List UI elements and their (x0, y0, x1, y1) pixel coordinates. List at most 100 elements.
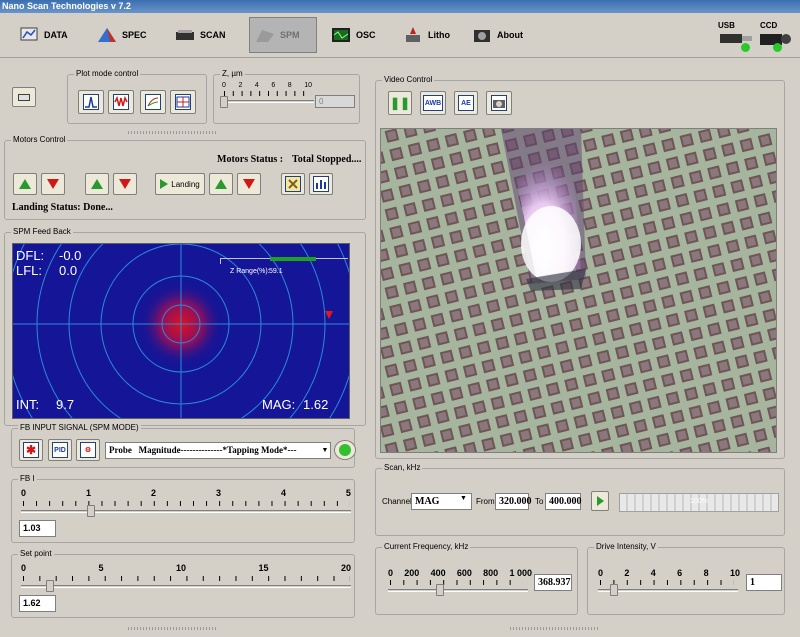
fbi-ticks (23, 501, 350, 506)
fbi-value-field[interactable]: 1.03 (19, 520, 56, 537)
video-pause-button[interactable]: ❚❚ (388, 91, 412, 115)
motor-tool-button[interactable] (281, 173, 305, 195)
setpoint-ticks (23, 576, 350, 581)
snapshot-button[interactable] (486, 91, 512, 115)
z-ticks (224, 91, 312, 96)
setpoint-slider-thumb[interactable] (46, 580, 55, 592)
z-slider-track[interactable] (222, 100, 314, 103)
setpoint-title: Set point (18, 549, 54, 558)
from-field[interactable]: 320.000 (495, 493, 532, 510)
scan-progress-text: 100% (690, 498, 708, 505)
channel-chevron-down-icon[interactable]: ▼ (460, 495, 467, 502)
fine-down-button[interactable] (237, 173, 261, 195)
frequency-slider-track[interactable] (388, 589, 528, 592)
window-title: Nano Scan Technologies v 7.2 (0, 0, 800, 13)
pause-icon: ❚❚ (389, 95, 411, 111)
drive-slider-thumb[interactable] (610, 584, 619, 596)
data-icon (20, 27, 38, 41)
awb-button[interactable]: AWB (420, 91, 446, 115)
tab-osc-label: OSC (356, 30, 376, 40)
arrow-down-icon (47, 179, 59, 189)
drive-slider-track[interactable] (598, 589, 738, 592)
tab-scan[interactable]: SCAN (170, 17, 230, 53)
motor-down-button[interactable] (41, 173, 65, 195)
camera-view (380, 128, 777, 453)
feedback-title: SPM Feed Back (11, 227, 73, 236)
frequency-ticks (390, 580, 523, 585)
fb-reset-button[interactable]: ✱ (19, 439, 43, 461)
splitter-bottom[interactable] (128, 627, 218, 630)
lfl-label: LFL: (16, 263, 43, 278)
tab-litho[interactable]: Litho (398, 17, 454, 53)
frequency-slider-thumb[interactable] (436, 584, 445, 596)
zrange-value: 59.1 (269, 268, 283, 275)
usb-label: USB (718, 21, 735, 30)
lfl-value: 0.0 (59, 263, 78, 278)
ae-button[interactable]: AE (454, 91, 478, 115)
frequency-title: Current Frequency, kHz (382, 542, 471, 551)
pid-button[interactable]: PID (48, 439, 72, 461)
plot-spectrum-button[interactable] (140, 90, 166, 114)
dfl-value: -0.0 (59, 248, 82, 263)
drive-title: Drive Intensity, V (594, 542, 658, 551)
snapshot-icon (493, 100, 505, 108)
splitter-right[interactable] (510, 627, 600, 630)
config-icon: ⚙ (80, 442, 96, 458)
fine-up-icon (215, 179, 227, 189)
tab-spec[interactable]: SPEC (92, 17, 151, 53)
about-icon (474, 30, 490, 42)
tab-data[interactable]: DATA (14, 17, 72, 53)
signal-select[interactable]: Probe Magnitude--------------*Tapping Mo… (105, 442, 331, 459)
drive-ticks (600, 580, 734, 585)
frequency-value-field[interactable]: 368.937 (534, 574, 572, 591)
z-value-field[interactable]: 0 (315, 95, 355, 108)
tab-osc[interactable]: OSC (326, 17, 380, 53)
fb-input-group: FB INPUT SIGNAL (SPM MODE) ✱ PID ⚙ Probe… (11, 423, 356, 468)
osc-icon (332, 28, 350, 42)
main-toolbar: DATA SPEC SCAN SPM OSC Litho About USB C… (0, 13, 800, 58)
fb-input-title: FB INPUT SIGNAL (SPM MODE) (18, 423, 141, 432)
grid-icon (176, 96, 190, 108)
feedback-monitor: DFL: -0.0 LFL: 0.0 INT: 9.7 MAG: 1.62 Z … (12, 243, 350, 419)
fine-down-icon (243, 179, 255, 189)
motor-step-down-button[interactable] (113, 173, 137, 195)
panel-toggle-button[interactable] (12, 87, 36, 107)
tab-spm[interactable]: SPM (249, 17, 317, 53)
drive-value-field[interactable]: 1 (746, 574, 782, 591)
position-marker-icon (325, 311, 333, 319)
motor-up-button[interactable] (13, 173, 37, 195)
fine-up-button[interactable] (209, 173, 233, 195)
splitter-top[interactable] (128, 131, 218, 134)
camera-image (381, 129, 776, 452)
fb-config-button[interactable]: ⚙ (76, 439, 100, 461)
z-slider-thumb[interactable] (220, 96, 228, 108)
setpoint-value-field[interactable]: 1.62 (19, 595, 56, 612)
chevron-down-icon[interactable]: ▼ (320, 443, 330, 458)
motors-status-value: Total Stopped.... (292, 154, 362, 165)
plot-peak-button[interactable] (78, 90, 104, 114)
tab-spec-label: SPEC (122, 30, 147, 40)
fbi-slider-thumb[interactable] (87, 505, 96, 517)
arrow-up-icon (19, 179, 31, 189)
scan-progress: 100% (619, 493, 779, 512)
wave-icon (114, 96, 128, 107)
ccd-status-led (773, 43, 782, 52)
plot-mode-group: Plot mode control (67, 69, 207, 124)
setpoint-scale: 0 5 10 15 20 (21, 563, 351, 573)
motor-stats-button[interactable] (309, 173, 333, 195)
to-field[interactable]: 400.000 (545, 493, 582, 510)
fbi-slider-track[interactable] (21, 510, 351, 513)
tab-about[interactable]: About (467, 17, 527, 53)
fbi-group: FB I 012345 1.03 (11, 474, 355, 543)
scan-start-button[interactable] (591, 491, 609, 511)
fb-status-button[interactable] (334, 440, 356, 460)
tab-spm-label: SPM (280, 30, 300, 40)
awb-icon: AWB (423, 95, 443, 111)
landing-button[interactable]: Landing (155, 173, 205, 195)
plot-grid-button[interactable] (170, 90, 196, 114)
motor-step-up-button[interactable] (85, 173, 109, 195)
frequency-scale: 0 200 400 600 800 1 000 (388, 568, 532, 578)
zrange-bar (270, 257, 316, 261)
plot-wave-button[interactable] (108, 90, 134, 114)
setpoint-slider-track[interactable] (21, 585, 351, 588)
